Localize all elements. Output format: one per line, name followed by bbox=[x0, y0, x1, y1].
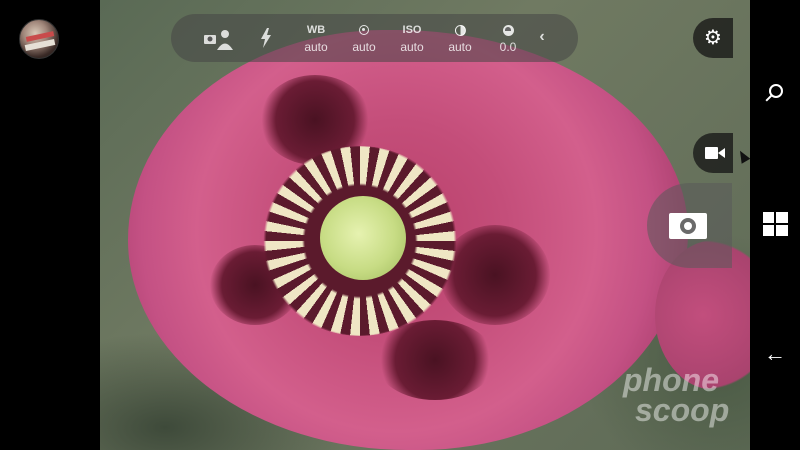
capture-photo-button[interactable] bbox=[647, 183, 732, 268]
lens-selector-icon bbox=[204, 30, 233, 50]
white-balance-setting[interactable]: WB auto bbox=[293, 14, 339, 62]
iso-value: auto bbox=[400, 40, 424, 54]
video-icon bbox=[705, 147, 725, 159]
windows-icon bbox=[763, 212, 788, 236]
flash-icon bbox=[261, 28, 271, 48]
watermark-line-1: phone bbox=[623, 362, 719, 398]
focus-setting[interactable]: auto bbox=[341, 14, 387, 62]
search-icon bbox=[769, 84, 783, 98]
left-panel bbox=[0, 0, 100, 450]
camera-settings-bar: WB auto auto ISO auto auto 0.0 ‹ bbox=[171, 14, 578, 62]
focus-value: auto bbox=[352, 40, 376, 54]
chevron-left-icon: ‹ bbox=[539, 28, 545, 45]
mouse-pointer-icon bbox=[735, 148, 750, 164]
back-arrow-icon: ← bbox=[764, 341, 786, 366]
iso-label: ISO bbox=[402, 24, 422, 36]
shutter-speed-setting[interactable]: auto bbox=[437, 14, 483, 62]
watermark-line-2: scoop bbox=[635, 392, 730, 428]
white-balance-value: auto bbox=[304, 40, 328, 54]
focus-icon bbox=[359, 25, 369, 36]
start-button[interactable] bbox=[750, 204, 800, 244]
last-photo-thumbnail[interactable] bbox=[19, 19, 59, 59]
watermark: phone scoop bbox=[623, 362, 800, 428]
lens-selector-button[interactable] bbox=[196, 14, 242, 62]
flower-pistil bbox=[320, 196, 406, 280]
collapse-settings-button[interactable]: ‹ bbox=[524, 14, 560, 62]
search-button[interactable] bbox=[750, 74, 800, 114]
flash-button[interactable] bbox=[243, 14, 289, 62]
shutter-speed-icon bbox=[454, 24, 466, 36]
video-mode-button[interactable] bbox=[693, 133, 733, 173]
gear-icon: ⚙ bbox=[704, 27, 722, 49]
camera-icon bbox=[669, 213, 707, 239]
exposure-icon bbox=[502, 24, 514, 36]
iso-setting[interactable]: ISO auto bbox=[389, 14, 435, 62]
settings-button[interactable]: ⚙ bbox=[693, 18, 733, 58]
shutter-speed-value: auto bbox=[448, 40, 472, 54]
white-balance-label: WB bbox=[306, 24, 326, 36]
petal-blotch bbox=[375, 320, 495, 400]
